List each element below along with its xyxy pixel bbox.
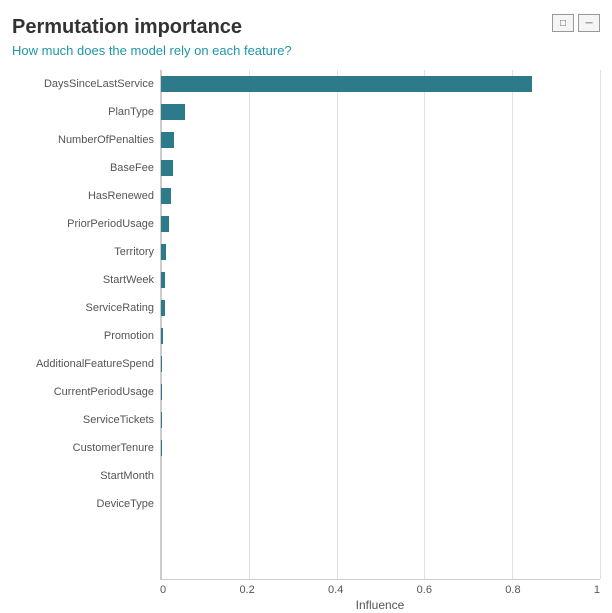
bar-numberofpenalties — [161, 132, 174, 148]
y-label-devicetype: DeviceType — [97, 490, 154, 518]
y-label-territory: Territory — [114, 238, 154, 266]
bar-basefee — [161, 160, 173, 176]
y-label-servicerating: ServiceRating — [86, 294, 154, 322]
bar-row — [161, 434, 600, 462]
bar-row — [161, 406, 600, 434]
chart-subtitle: How much does the model rely on each fea… — [12, 43, 600, 58]
bar-servicerating — [161, 300, 165, 316]
bar-row — [161, 182, 600, 210]
bar-row — [161, 294, 600, 322]
main-container: □ ─ Permutation importance How much does… — [0, 0, 612, 613]
bars-container — [161, 70, 600, 579]
bar-row — [161, 266, 600, 294]
y-label-startweek: StartWeek — [103, 266, 154, 294]
y-label-hasrenewed: HasRenewed — [88, 182, 154, 210]
bar-territory — [161, 244, 166, 260]
x-axis-title: Influence — [160, 598, 600, 612]
bar-row — [161, 462, 600, 490]
bar-promotion — [161, 328, 163, 344]
x-axis-labels: 0 0.2 0.4 0.6 0.8 1 — [160, 580, 600, 596]
chart-title: Permutation importance — [12, 16, 600, 39]
chart-controls: □ ─ — [552, 14, 600, 32]
chart-area: DaysSinceLastServicePlanTypeNumberOfPena… — [12, 70, 600, 580]
y-label-numberofpenalties: NumberOfPenalties — [58, 126, 154, 154]
x-ticks-row: 0 0.2 0.4 0.6 0.8 1 — [160, 584, 600, 596]
chart-plot — [160, 70, 600, 580]
y-axis-labels: DaysSinceLastServicePlanTypeNumberOfPena… — [12, 70, 160, 580]
bar-dayssincelastservice — [161, 76, 532, 92]
y-label-startmonth: StartMonth — [100, 462, 154, 490]
y-label-plantype: PlanType — [108, 98, 154, 126]
y-label-dayssincelastservice: DaysSinceLastService — [44, 70, 154, 98]
grid-line — [600, 70, 601, 579]
bar-row — [161, 322, 600, 350]
x-tick: 0 — [160, 584, 166, 596]
split-button[interactable]: ─ — [578, 14, 600, 32]
x-tick: 0.6 — [417, 584, 432, 596]
y-label-currentperiodusage: CurrentPeriodUsage — [54, 378, 154, 406]
bar-priorperiodusage — [161, 216, 169, 232]
y-label-priorperiodusage: PriorPeriodUsage — [67, 210, 154, 238]
x-tick: 1 — [594, 584, 600, 596]
x-tick: 0.8 — [505, 584, 520, 596]
bar-row — [161, 70, 600, 98]
bar-row — [161, 126, 600, 154]
bar-row — [161, 98, 600, 126]
bar-row — [161, 210, 600, 238]
y-label-additionalfeaturespend: AdditionalFeatureSpend — [36, 350, 154, 378]
bar-row — [161, 490, 600, 518]
y-label-servicetickets: ServiceTickets — [83, 406, 154, 434]
bar-plantype — [161, 104, 185, 120]
x-tick: 0.2 — [239, 584, 254, 596]
y-label-promotion: Promotion — [104, 322, 154, 350]
expand-button[interactable]: □ — [552, 14, 574, 32]
bar-hasrenewed — [161, 188, 171, 204]
bar-row — [161, 238, 600, 266]
bar-startweek — [161, 272, 165, 288]
bar-row — [161, 154, 600, 182]
x-tick: 0.4 — [328, 584, 343, 596]
bar-row — [161, 350, 600, 378]
y-label-customertenure: CustomerTenure — [73, 434, 154, 462]
bar-row — [161, 378, 600, 406]
y-label-basefee: BaseFee — [110, 154, 154, 182]
